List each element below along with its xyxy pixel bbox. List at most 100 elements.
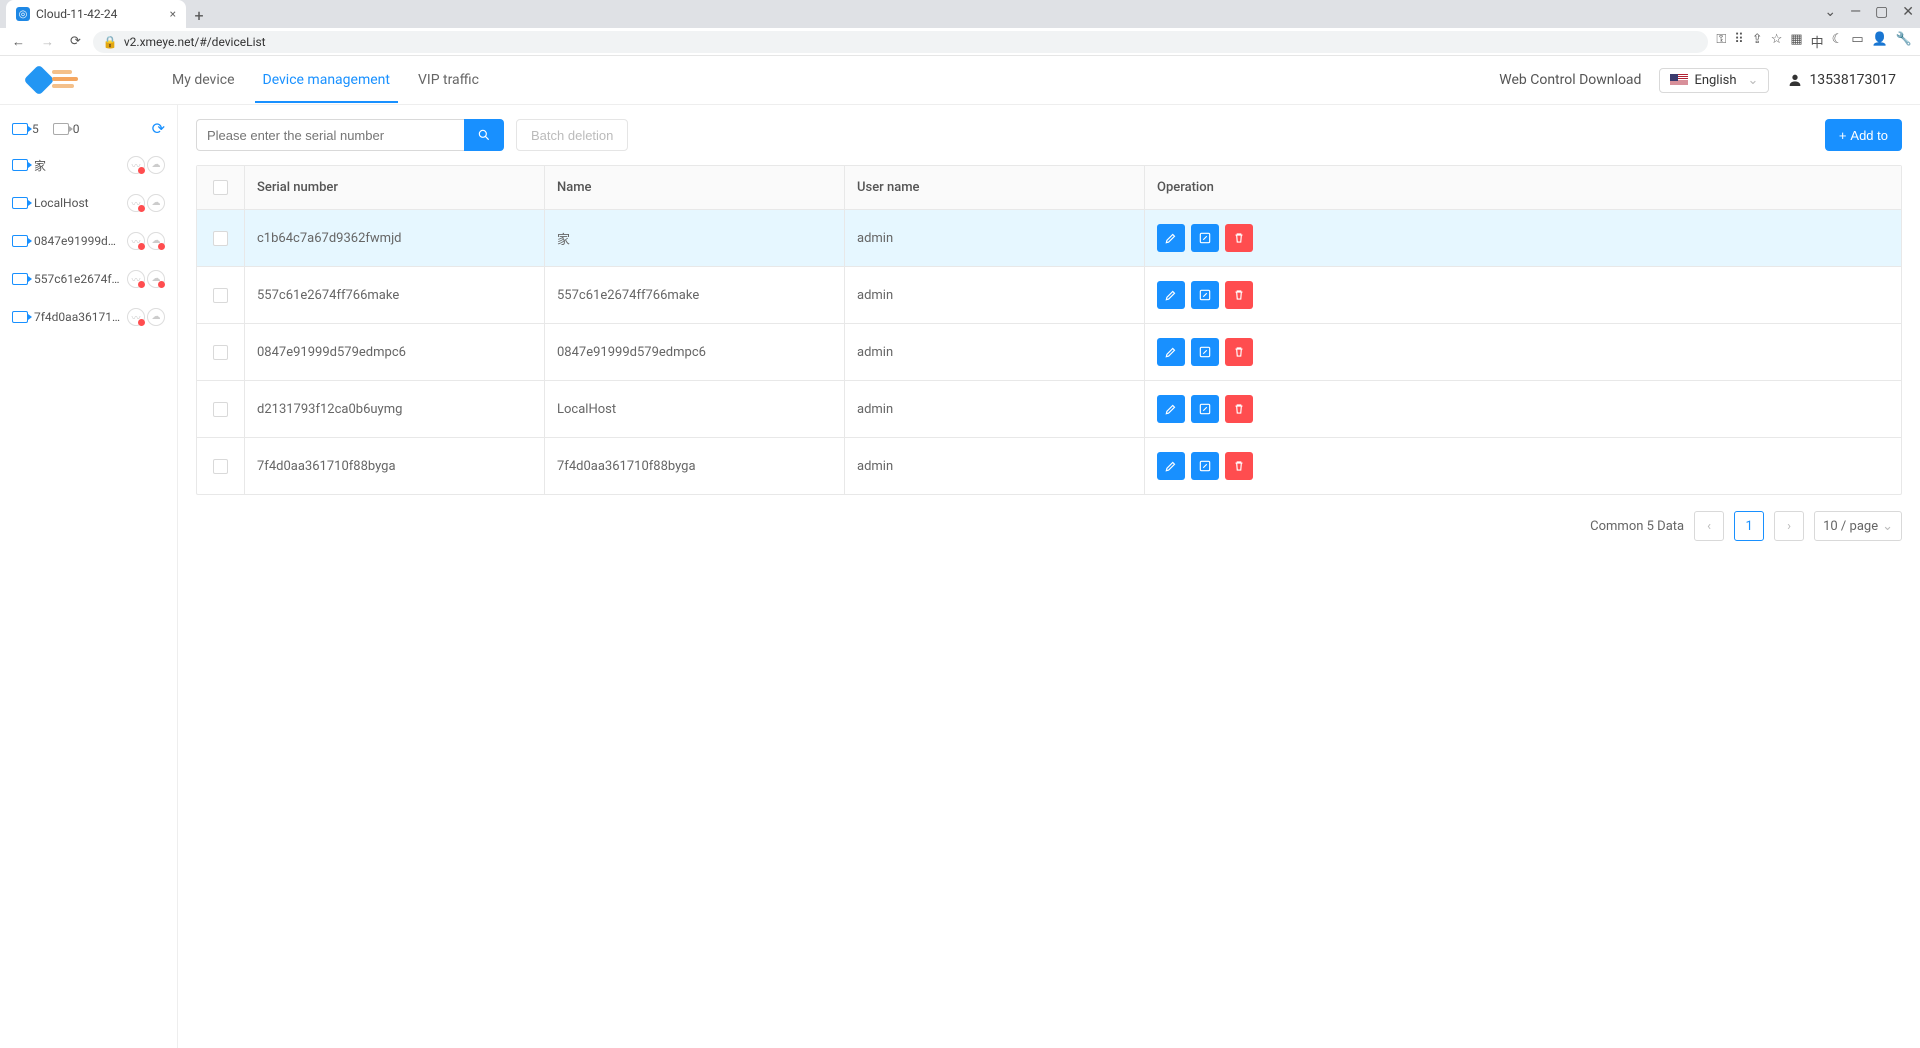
row-checkbox[interactable] <box>213 459 228 474</box>
signal-status-icon: 〰 <box>127 232 145 250</box>
page-prev-button[interactable]: ‹ <box>1694 511 1724 541</box>
pencil-icon <box>1164 231 1178 245</box>
edit-details-button[interactable] <box>1191 281 1219 309</box>
refresh-icon[interactable]: ⟳ <box>152 119 165 138</box>
plus-icon: + <box>1839 128 1847 143</box>
search-button[interactable] <box>464 119 504 151</box>
edit-button[interactable] <box>1157 338 1185 366</box>
device-list-item[interactable]: 7f4d0aa361710... 〰 ☁ <box>0 298 177 336</box>
edit-square-icon <box>1198 288 1212 302</box>
search-input[interactable] <box>196 119 464 151</box>
device-list-item[interactable]: 0847e91999d5... 〰 ☁ <box>0 222 177 260</box>
page-next-button[interactable]: › <box>1774 511 1804 541</box>
ext-icon-1[interactable]: ▦ <box>1790 32 1802 51</box>
batch-delete-button[interactable]: Batch deletion <box>516 119 628 151</box>
url-text: v2.xmeye.net/#/deviceList <box>124 35 266 49</box>
nav-back-icon[interactable]: ← <box>8 32 29 52</box>
cell-serial: c1b64c7a67d9362fwmjd <box>245 210 545 266</box>
edit-button[interactable] <box>1157 452 1185 480</box>
flag-us-icon <box>1670 74 1688 86</box>
translate-icon[interactable]: ⠿ <box>1734 32 1744 51</box>
ext-icon-4[interactable]: ▭ <box>1851 32 1863 51</box>
edit-details-button[interactable] <box>1191 452 1219 480</box>
lock-icon: 🔒 <box>103 35 118 49</box>
edit-button[interactable] <box>1157 281 1185 309</box>
table-row[interactable]: c1b64c7a67d9362fwmjd 家 admin <box>197 210 1901 267</box>
edit-button[interactable] <box>1157 224 1185 252</box>
cloud-status-icon: ☁ <box>147 156 165 174</box>
edit-details-button[interactable] <box>1191 224 1219 252</box>
device-list: 家 〰 ☁ LocalHost 〰 ☁ 0847e91999d5... 〰 <box>0 146 177 336</box>
signal-status-icon: 〰 <box>127 308 145 326</box>
ext-icon-6[interactable]: 🔧 <box>1896 32 1912 51</box>
th-serial: Serial number <box>245 166 545 209</box>
edit-square-icon <box>1198 231 1212 245</box>
cell-serial: 7f4d0aa361710f88byga <box>245 438 545 494</box>
row-checkbox[interactable] <box>213 288 228 303</box>
cloud-status-icon: ☁ <box>147 194 165 212</box>
camera-icon <box>12 273 28 285</box>
username-label: 13538173017 <box>1809 72 1896 88</box>
delete-button[interactable] <box>1225 281 1253 309</box>
nav-forward-icon[interactable]: → <box>37 32 58 52</box>
window-maximize-icon[interactable]: ▢ <box>1875 4 1888 20</box>
app-logo[interactable] <box>24 66 82 94</box>
ext-icon-5[interactable]: 👤 <box>1872 32 1888 51</box>
window-close-icon[interactable]: ✕ <box>1902 4 1914 20</box>
user-icon <box>1787 72 1803 88</box>
table-row[interactable]: 7f4d0aa361710f88byga 7f4d0aa361710f88byg… <box>197 438 1901 494</box>
user-menu[interactable]: 13538173017 <box>1787 72 1896 88</box>
page-size-select[interactable]: 10 / page ⌄ <box>1814 511 1902 541</box>
select-all-checkbox[interactable] <box>213 180 228 195</box>
nav-reload-icon[interactable]: ⟳ <box>66 32 85 51</box>
edit-square-icon <box>1198 345 1212 359</box>
tab-favicon: ◎ <box>16 7 30 21</box>
delete-button[interactable] <box>1225 224 1253 252</box>
trash-icon <box>1232 288 1246 302</box>
star-icon[interactable]: ☆ <box>1771 32 1783 51</box>
pencil-icon <box>1164 402 1178 416</box>
edit-details-button[interactable] <box>1191 395 1219 423</box>
table-row[interactable]: 557c61e2674ff766make 557c61e2674ff766mak… <box>197 267 1901 324</box>
device-list-item[interactable]: 家 〰 ☁ <box>0 146 177 184</box>
chevron-down-icon[interactable]: ⌄ <box>1824 4 1836 20</box>
language-select[interactable]: English ⌄ <box>1659 68 1769 93</box>
delete-button[interactable] <box>1225 395 1253 423</box>
camera-icon <box>53 123 69 135</box>
page-number-button[interactable]: 1 <box>1734 511 1764 541</box>
key-icon[interactable]: ⚿ <box>1716 32 1726 51</box>
language-label: English <box>1694 73 1736 88</box>
camera-icon <box>12 311 28 323</box>
cell-serial: d2131793f12ca0b6uymg <box>245 381 545 437</box>
nav-vip-traffic[interactable]: VIP traffic <box>418 58 479 102</box>
cell-name: 557c61e2674ff766make <box>545 267 845 323</box>
nav-my-device[interactable]: My device <box>172 58 235 102</box>
ext-icon-2[interactable]: 中 <box>1811 32 1824 51</box>
cell-user: admin <box>845 324 1145 380</box>
pagination: Common 5 Data ‹ 1 › 10 / page ⌄ <box>196 511 1902 541</box>
table-row[interactable]: 0847e91999d579edmpc6 0847e91999d579edmpc… <box>197 324 1901 381</box>
web-control-download-link[interactable]: Web Control Download <box>1499 72 1641 88</box>
add-to-button[interactable]: + Add to <box>1825 119 1902 151</box>
row-checkbox[interactable] <box>213 231 228 246</box>
delete-button[interactable] <box>1225 452 1253 480</box>
window-minimize-icon[interactable]: — <box>1850 4 1861 20</box>
new-tab-button[interactable]: + <box>186 2 212 28</box>
edit-button[interactable] <box>1157 395 1185 423</box>
cell-name: 7f4d0aa361710f88byga <box>545 438 845 494</box>
address-bar[interactable]: 🔒 v2.xmeye.net/#/deviceList <box>93 31 1708 53</box>
cell-name: 家 <box>545 210 845 266</box>
browser-tab[interactable]: ◎ Cloud-11-42-24 × <box>6 0 186 28</box>
edit-details-button[interactable] <box>1191 338 1219 366</box>
cell-name: 0847e91999d579edmpc6 <box>545 324 845 380</box>
row-checkbox[interactable] <box>213 402 228 417</box>
nav-device-management[interactable]: Device management <box>263 58 390 102</box>
tab-close-icon[interactable]: × <box>170 7 176 21</box>
table-row[interactable]: d2131793f12ca0b6uymg LocalHost admin <box>197 381 1901 438</box>
row-checkbox[interactable] <box>213 345 228 360</box>
device-list-item[interactable]: LocalHost 〰 ☁ <box>0 184 177 222</box>
delete-button[interactable] <box>1225 338 1253 366</box>
device-list-item[interactable]: 557c61e2674ff... 〰 ☁ <box>0 260 177 298</box>
share-icon[interactable]: ⇪ <box>1752 32 1763 51</box>
ext-icon-3[interactable]: ☾ <box>1832 32 1844 51</box>
